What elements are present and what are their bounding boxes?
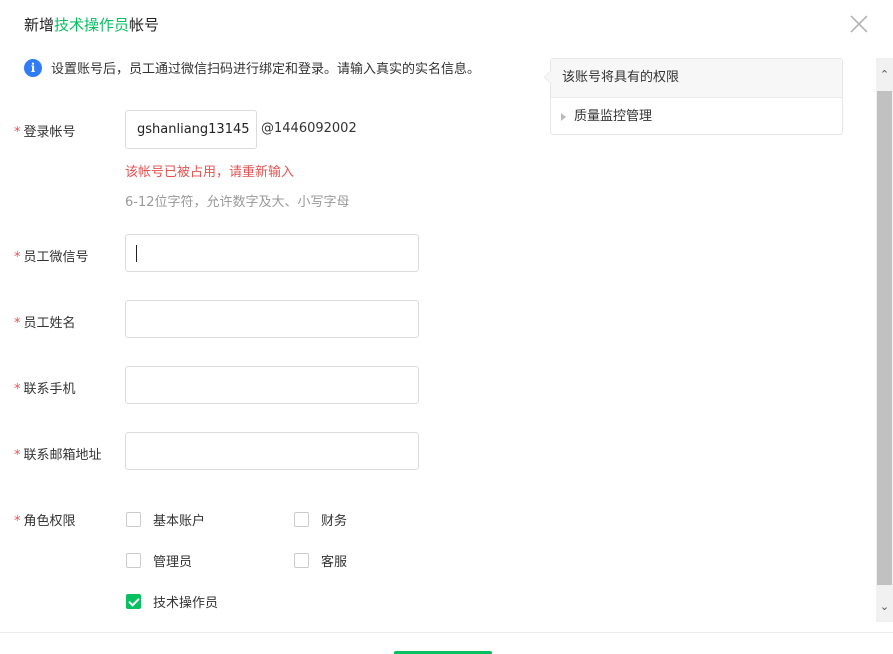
checkbox-icon[interactable] xyxy=(126,512,141,527)
checkbox-icon[interactable] xyxy=(126,553,141,568)
expand-triangle-icon[interactable] xyxy=(561,113,566,121)
phone-input[interactable] xyxy=(125,366,419,404)
notice-text: 设置账号后，员工通过微信扫码进行绑定和登录。请输入真实的实名信息。 xyxy=(51,62,481,77)
scrollbar-thumb[interactable] xyxy=(877,91,892,585)
checkbox-icon[interactable] xyxy=(294,512,309,527)
checkbox-checked-icon[interactable] xyxy=(126,594,141,609)
account-suffix: @1446092002 xyxy=(261,121,357,136)
name-label: * 员工姓名 xyxy=(14,316,76,331)
footer-divider xyxy=(0,632,893,633)
dialog-title-role: 技术操作员 xyxy=(54,16,130,34)
notice: i 设置账号后，员工通过微信扫码进行绑定和登录。请输入真实的实名信息。 xyxy=(24,58,480,77)
account-label: * 登录帐号 xyxy=(14,125,76,140)
name-input[interactable] xyxy=(125,300,419,338)
role-checkbox-tech-operator[interactable]: 技术操作员 xyxy=(126,592,218,611)
dialog-title: 新增技术操作员帐号 xyxy=(24,16,160,34)
permissions-panel: 该账号将具有的权限 质量监控管理 xyxy=(550,58,843,135)
permission-item[interactable]: 质量监控管理 xyxy=(551,98,842,136)
close-icon[interactable] xyxy=(848,13,870,35)
account-hint: 6-12位字符，允许数字及大、小写字母 xyxy=(125,195,350,210)
permission-item-label: 质量监控管理 xyxy=(574,109,653,124)
panel-arrow-inner xyxy=(545,71,551,83)
info-icon: i xyxy=(24,58,42,77)
text-caret xyxy=(136,245,137,262)
role-checkbox-finance[interactable]: 财务 xyxy=(294,510,347,529)
phone-label: * 联系手机 xyxy=(14,382,76,397)
permissions-panel-title: 该账号将具有的权限 xyxy=(551,59,842,98)
wechat-input[interactable] xyxy=(125,234,419,272)
account-input[interactable]: gshanliang13145 xyxy=(125,110,257,149)
checkbox-icon[interactable] xyxy=(294,553,309,568)
role-checkbox-basic[interactable]: 基本账户 xyxy=(126,510,205,529)
scroll-down-icon[interactable]: ⌄ xyxy=(876,600,893,617)
account-error: 该帐号已被占用，请重新输入 xyxy=(125,165,295,180)
wechat-label: * 员工微信号 xyxy=(14,250,89,265)
role-checkbox-support[interactable]: 客服 xyxy=(294,551,347,570)
email-input[interactable] xyxy=(125,432,419,470)
scroll-up-icon[interactable]: ⌃ xyxy=(876,68,893,85)
role-checkbox-admin[interactable]: 管理员 xyxy=(126,551,192,570)
email-label: * 联系邮箱地址 xyxy=(14,448,102,463)
roles-label: * 角色权限 xyxy=(14,514,76,529)
